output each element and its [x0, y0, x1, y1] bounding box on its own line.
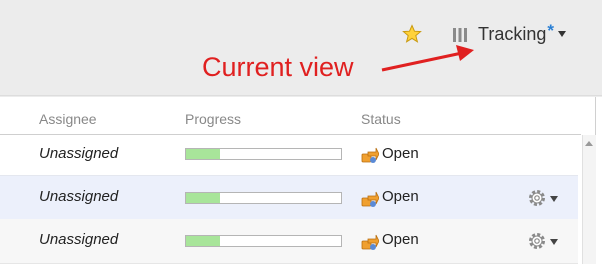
gear-icon[interactable]	[527, 231, 547, 251]
progress-fill	[186, 236, 221, 246]
modified-marker: *	[547, 21, 554, 40]
chevron-down-icon[interactable]	[550, 196, 558, 202]
table-row[interactable]: Unassigned Open	[0, 219, 578, 264]
annotation-label: Current view	[202, 52, 354, 82]
gear-icon[interactable]	[527, 188, 547, 208]
assignee-value: Unassigned	[39, 145, 119, 162]
progress-bar	[185, 235, 342, 247]
column-header-status[interactable]: Status	[361, 111, 401, 127]
annotation-arrow	[381, 45, 474, 72]
progress-bar	[185, 192, 342, 204]
status-value: Open	[382, 231, 419, 248]
column-header-assignee[interactable]: Assignee	[39, 111, 97, 127]
progress-bar	[185, 148, 342, 160]
status-value: Open	[382, 188, 419, 205]
table-header: Assignee Progress Status	[0, 106, 581, 135]
chevron-down-icon[interactable]	[550, 239, 558, 245]
column-header-progress[interactable]: Progress	[185, 111, 241, 127]
status-open-icon	[361, 234, 379, 250]
status-value: Open	[382, 145, 419, 162]
table-row[interactable]: Unassigned Open	[0, 175, 578, 221]
status-open-icon	[361, 147, 379, 163]
assignee-value: Unassigned	[39, 188, 119, 205]
view-selector[interactable]: Tracking*	[478, 21, 566, 45]
scroll-up-icon[interactable]	[585, 141, 593, 146]
progress-fill	[186, 193, 221, 203]
scrollbar[interactable]	[582, 135, 596, 264]
issue-table: Assignee Progress Status Unassigned Open…	[0, 97, 596, 264]
assignee-value: Unassigned	[39, 231, 119, 248]
chevron-down-icon	[557, 31, 566, 37]
table-row[interactable]: Unassigned Open	[0, 135, 578, 175]
status-open-icon	[361, 191, 379, 207]
progress-fill	[186, 149, 221, 159]
